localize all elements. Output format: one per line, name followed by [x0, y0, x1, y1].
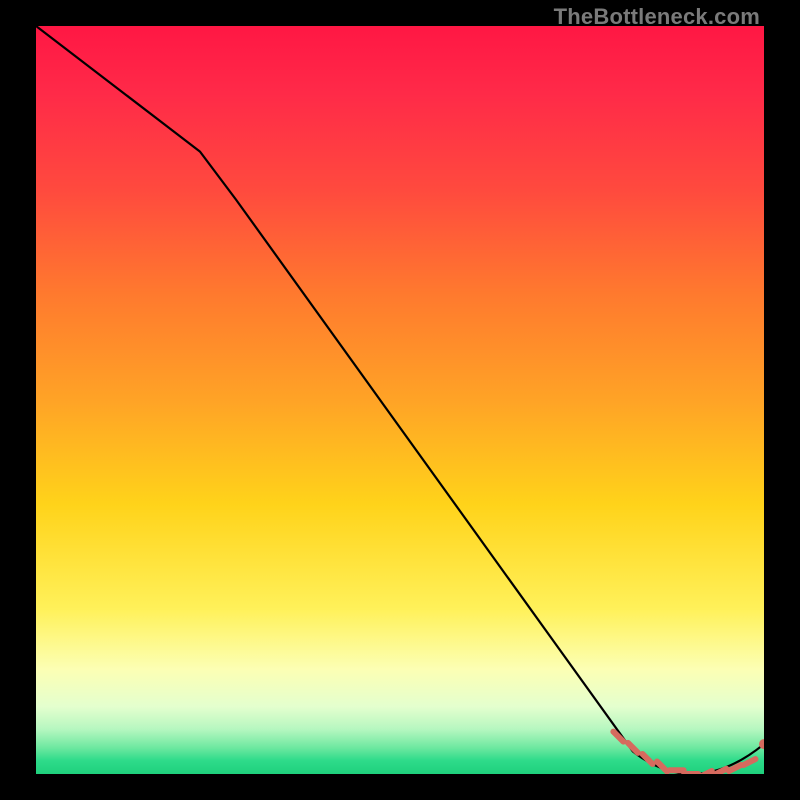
- chart-svg: [36, 26, 764, 774]
- plot-area: [36, 26, 764, 774]
- dashed-segment: [613, 732, 755, 774]
- chart-stage: TheBottleneck.com: [0, 0, 800, 800]
- end-dot: [759, 739, 764, 749]
- main-curve: [36, 26, 764, 774]
